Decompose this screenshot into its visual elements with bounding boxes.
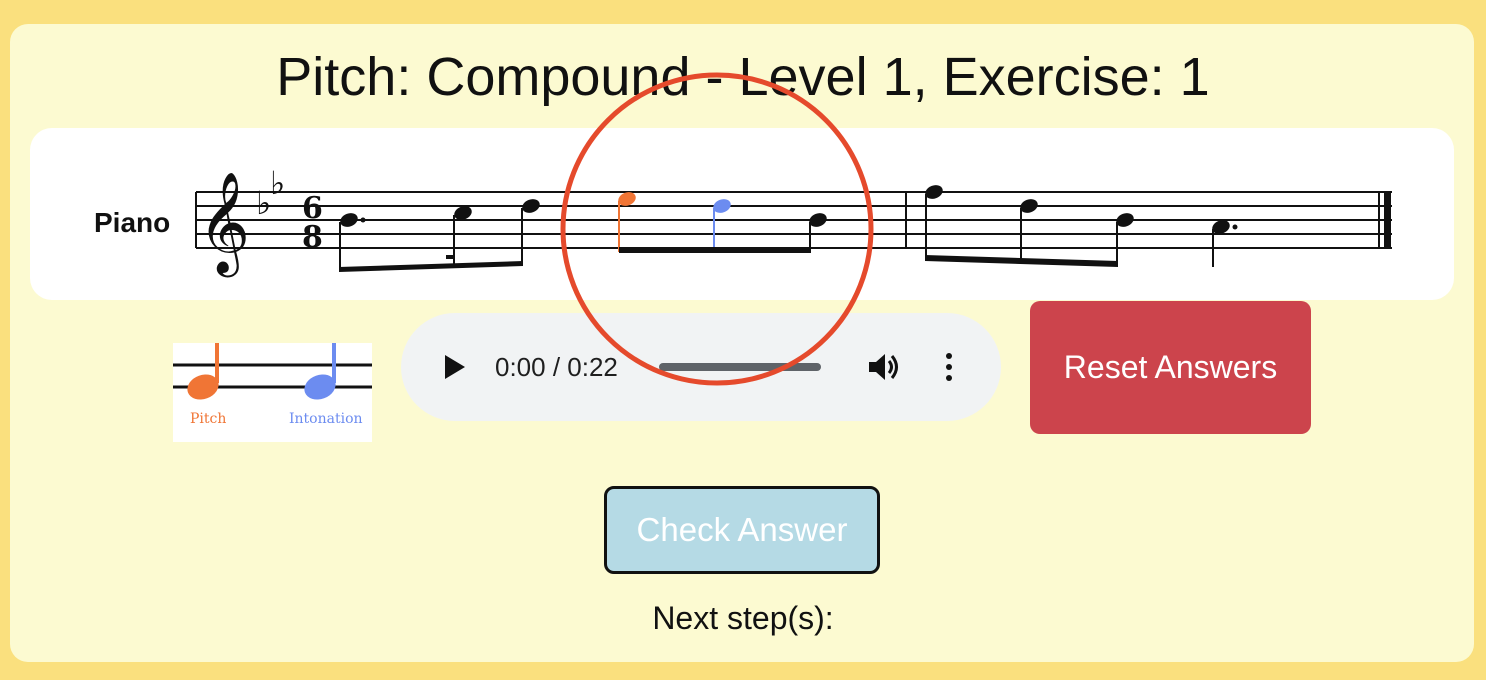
pitch-note-icon — [187, 343, 219, 400]
time-signature-bottom: 8 — [302, 220, 323, 255]
flat-icon: ♭ — [270, 164, 285, 202]
pitch-intonation-legend: Pitch Intonation — [173, 343, 372, 442]
audio-time-display: 0:00 / 0:22 — [495, 352, 618, 382]
reset-answers-button[interactable]: Reset Answers — [1030, 301, 1311, 434]
pitch-legend-label: Pitch — [190, 411, 226, 427]
intonation-note-icon — [304, 343, 336, 400]
check-answer-button[interactable]: Check Answer — [604, 486, 880, 574]
dot — [1232, 224, 1238, 230]
note-group-measure-3[interactable] — [923, 183, 1238, 267]
flat-icon: ♭ — [256, 184, 271, 222]
more-options-icon[interactable] — [939, 351, 959, 383]
note-group-measure-2[interactable] — [616, 190, 828, 253]
audio-player[interactable]: 0:00 / 0:22 — [401, 313, 1001, 421]
dot — [360, 217, 366, 223]
final-barline-thick — [1384, 191, 1391, 249]
sixteenth-beam — [446, 255, 454, 259]
audio-progress-bar[interactable] — [659, 363, 821, 371]
page-title: Pitch: Compound - Level 1, Exercise: 1 — [276, 47, 1210, 107]
note-head[interactable] — [338, 211, 359, 229]
treble-clef-icon: 𝄞 — [198, 170, 250, 278]
intonation-legend-label: Intonation — [289, 411, 363, 427]
beam — [619, 247, 811, 253]
note-head[interactable] — [520, 197, 541, 215]
beam — [339, 261, 523, 272]
play-icon[interactable] — [441, 353, 469, 381]
next-steps-label: Next step(s): — [652, 600, 834, 636]
score-card: Piano 𝄞 ♭ ♭ 6 8 — [30, 128, 1454, 300]
music-score: Piano 𝄞 ♭ ♭ 6 8 — [94, 164, 1392, 278]
instrument-label: Piano — [94, 207, 170, 238]
volume-icon[interactable] — [867, 351, 901, 383]
